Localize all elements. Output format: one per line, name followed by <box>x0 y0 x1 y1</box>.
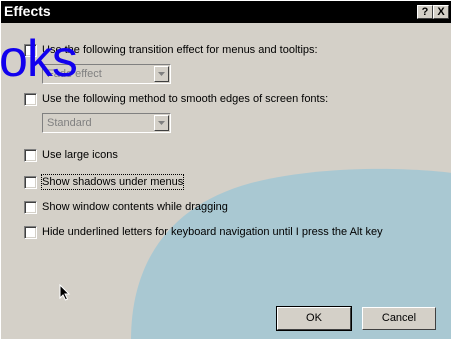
ok-button[interactable]: OK <box>276 306 352 331</box>
transition-effect-label: Use the following transition effect for … <box>42 44 318 56</box>
menu-shadows-option[interactable]: Show shadows under menus <box>24 174 224 192</box>
large-icons-checkbox[interactable] <box>24 149 37 162</box>
hide-underlines-option[interactable]: Hide underlined letters for keyboard nav… <box>24 226 444 242</box>
cancel-button[interactable]: Cancel <box>362 307 436 330</box>
menu-shadows-checkbox[interactable] <box>24 176 37 189</box>
hide-underlines-label: Hide underlined letters for keyboard nav… <box>42 226 383 238</box>
smoothing-dropdown-button[interactable] <box>154 115 169 131</box>
hide-underlines-checkbox[interactable] <box>24 226 37 239</box>
transition-effect-option[interactable]: Use the following transition effect for … <box>24 44 424 60</box>
chevron-down-icon <box>158 72 165 76</box>
smooth-fonts-label: Use the following method to smooth edges… <box>42 93 329 105</box>
transition-effect-dropdown[interactable]: Fade effect <box>42 64 171 84</box>
transition-dropdown-button[interactable] <box>154 66 169 82</box>
close-icon: X <box>437 6 445 18</box>
help-button[interactable]: ? <box>417 5 433 19</box>
smooth-fonts-dropdown[interactable]: Standard <box>42 113 171 133</box>
close-button[interactable]: X <box>433 5 449 19</box>
transition-effect-value: Fade effect <box>47 68 102 80</box>
window-contents-drag-label: Show window contents while dragging <box>42 201 228 213</box>
title-bar: Effects ? X <box>1 1 451 23</box>
mouse-cursor-icon <box>59 284 71 301</box>
smooth-fonts-option[interactable]: Use the following method to smooth edges… <box>24 93 424 109</box>
large-icons-option[interactable]: Use large icons <box>24 149 224 165</box>
window-title: Effects <box>4 3 51 19</box>
window-contents-drag-option[interactable]: Show window contents while dragging <box>24 201 284 217</box>
window-contents-drag-checkbox[interactable] <box>24 201 37 214</box>
smooth-fonts-checkbox[interactable] <box>24 93 37 106</box>
transition-effect-checkbox[interactable] <box>24 44 37 57</box>
menu-shadows-label: Show shadows under menus <box>40 174 185 190</box>
help-icon: ? <box>421 6 429 18</box>
effects-dialog: Effects ? X Use the following transition… <box>0 0 451 339</box>
large-icons-label: Use large icons <box>42 149 118 161</box>
smooth-fonts-value: Standard <box>47 117 92 129</box>
chevron-down-icon <box>158 121 165 125</box>
